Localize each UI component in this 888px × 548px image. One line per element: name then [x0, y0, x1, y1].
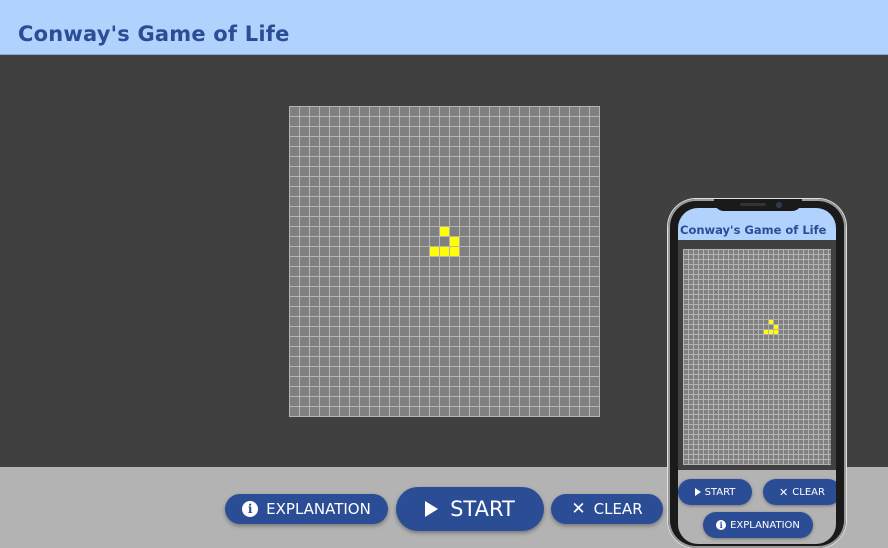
explanation-button[interactable]: i EXPLANATION — [225, 494, 388, 524]
phone-mockup: Conway's Game of Life START ✕ CLEAR i EX… — [668, 199, 846, 548]
close-icon: ✕ — [571, 498, 586, 519]
phone-life-grid — [683, 249, 831, 465]
clear-button[interactable]: ✕ CLEAR — [551, 494, 663, 524]
life-grid[interactable] — [289, 106, 600, 417]
phone-live-cell — [769, 330, 773, 334]
clear-label: CLEAR — [593, 500, 643, 518]
live-cell[interactable] — [440, 247, 449, 256]
phone-app-title: Conway's Game of Life — [680, 223, 827, 237]
phone-clear-button: ✕ CLEAR — [763, 479, 836, 505]
phone-screen: Conway's Game of Life START ✕ CLEAR i EX… — [678, 208, 836, 544]
live-cell[interactable] — [450, 247, 459, 256]
close-icon: ✕ — [779, 485, 789, 499]
phone-live-cell — [764, 330, 768, 334]
live-cell[interactable] — [430, 247, 439, 256]
app-title: Conway's Game of Life — [18, 22, 290, 46]
explanation-label: EXPLANATION — [266, 500, 371, 518]
phone-clear-label: CLEAR — [792, 486, 825, 498]
phone-live-cell — [769, 320, 773, 324]
phone-live-cell — [774, 325, 778, 329]
live-cell[interactable] — [450, 237, 459, 246]
phone-header: Conway's Game of Life — [678, 208, 836, 240]
start-label: START — [450, 497, 515, 521]
live-cell[interactable] — [440, 227, 449, 236]
phone-explanation-label: EXPLANATION — [730, 519, 800, 531]
phone-notch — [714, 199, 802, 211]
camera-icon — [776, 202, 782, 208]
start-button[interactable]: START — [396, 487, 544, 531]
info-icon: i — [242, 501, 259, 517]
phone-explanation-button: i EXPLANATION — [703, 512, 813, 538]
app-header: Conway's Game of Life — [0, 0, 888, 55]
speaker-icon — [740, 203, 766, 206]
phone-start-label: START — [704, 486, 736, 498]
phone-start-button: START — [678, 479, 752, 505]
play-icon — [425, 501, 439, 517]
phone-live-cell — [774, 330, 778, 334]
info-icon: i — [716, 520, 727, 530]
play-icon — [694, 488, 701, 496]
